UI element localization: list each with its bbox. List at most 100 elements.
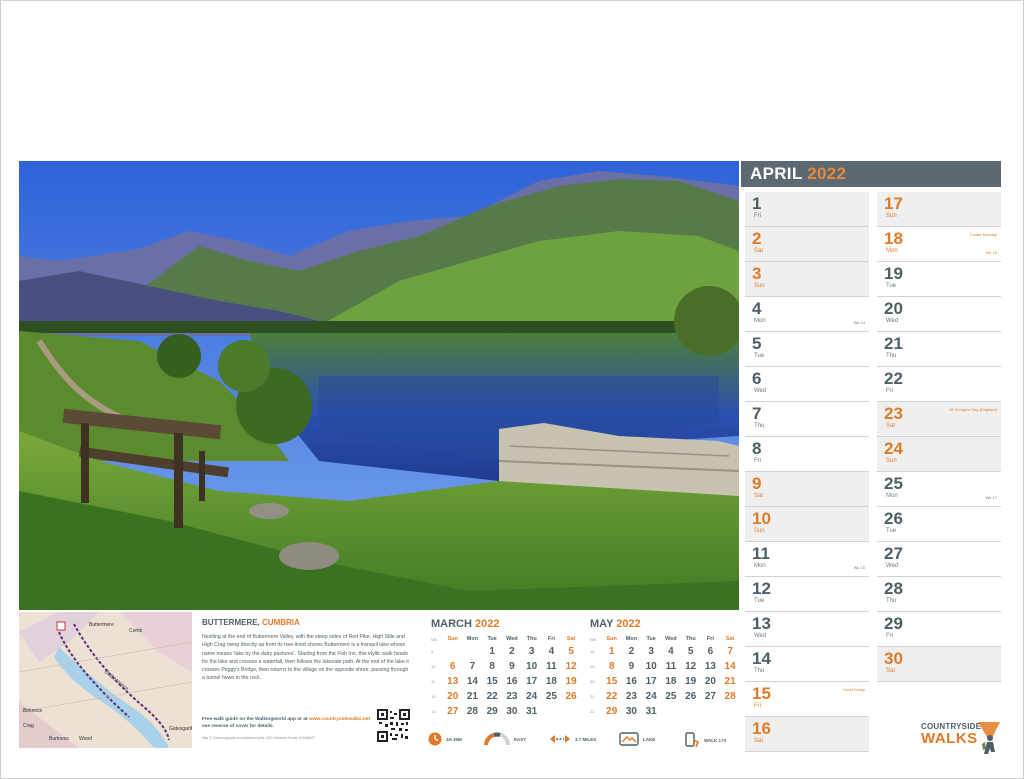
mini-day: 25 xyxy=(545,691,557,702)
mini-week-number: 20 xyxy=(590,679,595,684)
day-cell[interactable]: 3 Sun xyxy=(745,262,869,297)
map-label: Comb xyxy=(129,628,143,634)
day-cell[interactable]: 14 Thu xyxy=(745,647,869,682)
day-cell[interactable]: 6 Wed xyxy=(745,367,869,402)
day-cell[interactable]: 19 Tue xyxy=(877,262,1001,297)
day-note: Easter Monday xyxy=(970,232,997,237)
stat-walk-id: WALK 173 xyxy=(684,732,726,748)
day-cell[interactable]: 18 Mon Easter Monday Wk 16 xyxy=(877,227,1001,262)
mini-day: 4 xyxy=(668,646,674,657)
mini-day: 8 xyxy=(608,661,615,672)
day-cell[interactable]: 29 Fri xyxy=(877,612,1001,647)
mini-day: 7 xyxy=(469,661,476,672)
map-label: Birkness xyxy=(23,708,43,714)
mini-day: 15 xyxy=(606,676,618,687)
mini-day: 22 xyxy=(606,691,618,702)
day-cell[interactable]: 16 Sat xyxy=(745,717,869,752)
day-name: Thu xyxy=(886,353,897,359)
day-name: Sun xyxy=(754,283,765,289)
day-cell[interactable]: 15 Fri Good Friday xyxy=(745,682,869,717)
mini-day: 30 xyxy=(506,706,518,717)
day-name: Tue xyxy=(886,283,897,289)
day-cell[interactable]: 2 Sat xyxy=(745,227,869,262)
mini-week-row: 9 1 2 3 4 5 xyxy=(431,644,581,659)
day-number: 13 xyxy=(752,614,771,633)
mini-calendar-march: MARCH 2022 Wk Sun Mon Tue Wed Thu Fri Sat 9 1 2 3 4 5 1… xyxy=(431,618,581,719)
guide-link[interactable]: www.countrysidewalks.net xyxy=(309,717,370,722)
day-number: 12 xyxy=(752,579,771,598)
day-column-left: 1 Fri 2 Sat 3 Sun 4 Mon Wk 14 5 Tue 6 Wed 7 Thu 8 Fri 9 Sa… xyxy=(745,192,869,752)
day-cell[interactable]: 25 Mon Wk 17 xyxy=(877,472,1001,507)
route-map: Buttermere Buttermere Gatesgarth Birknes… xyxy=(19,612,192,748)
mini-day-header: Wed xyxy=(506,636,518,642)
day-number: 23 xyxy=(884,404,903,423)
mini-calendar-may: MAY 2022 Wk Sun Mon Tue Wed Thu Fri Sat 18 1 2 3 4 5 6 7… xyxy=(590,618,740,719)
mini-week-number: 21 xyxy=(590,694,595,699)
day-name: Sat xyxy=(886,668,896,674)
mini-day: 25 xyxy=(665,691,677,702)
week-number: Wk 15 xyxy=(853,565,865,570)
map-label: Crag xyxy=(23,723,34,729)
mini-week-number: 22 xyxy=(590,709,595,714)
mini-day: 16 xyxy=(625,676,637,687)
day-cell[interactable]: 9 Sat xyxy=(745,472,869,507)
day-cell[interactable]: 26 Tue xyxy=(877,507,1001,542)
day-cell[interactable]: 4 Mon Wk 14 xyxy=(745,297,869,332)
mini-day: 2 xyxy=(628,646,635,657)
day-cell[interactable]: 24 Sun xyxy=(877,437,1001,472)
stat-difficulty: EASY xyxy=(484,732,526,746)
mini-day: 20 xyxy=(447,691,459,702)
mini-day: 28 xyxy=(466,706,478,717)
mini-day: 13 xyxy=(704,661,716,672)
day-name: Wed xyxy=(886,563,899,569)
mini-day: 20 xyxy=(704,676,716,687)
day-name: Thu xyxy=(754,668,765,674)
mini-day: 22 xyxy=(486,691,498,702)
qr-code-icon[interactable] xyxy=(377,709,410,742)
mini-day: 26 xyxy=(685,691,697,702)
day-number: 24 xyxy=(884,439,903,458)
map-label: Gatesgarth xyxy=(169,726,192,732)
mini-day: 7 xyxy=(727,646,733,657)
mini-day: 29 xyxy=(486,706,498,717)
mini-day: 10 xyxy=(645,661,657,672)
day-cell[interactable]: 12 Tue xyxy=(745,577,869,612)
mini-day: 27 xyxy=(447,706,459,717)
guide-text: Free walk guide on the Walkingworld app … xyxy=(202,717,308,722)
mini-day: 2 xyxy=(509,646,515,657)
day-name: Sun xyxy=(886,458,897,464)
day-name: Wed xyxy=(886,318,899,324)
day-cell[interactable]: 23 Sat St George's Day (England) xyxy=(877,402,1001,437)
day-cell[interactable]: 8 Fri xyxy=(745,437,869,472)
mini-day: 6 xyxy=(449,661,456,672)
mini-day-header: Thu xyxy=(526,636,537,642)
mini-day: 19 xyxy=(685,676,697,687)
day-cell[interactable]: 17 Sun xyxy=(877,192,1001,227)
day-name: Mon xyxy=(754,563,766,569)
mini-day: 24 xyxy=(645,691,657,702)
day-cell[interactable]: 27 Wed xyxy=(877,542,1001,577)
day-cell[interactable]: 7 Thu xyxy=(745,402,869,437)
day-number: 22 xyxy=(884,369,903,388)
mini-day: 4 xyxy=(548,646,555,657)
mini-day: 26 xyxy=(565,691,577,702)
day-cell[interactable]: 10 Sun xyxy=(745,507,869,542)
day-cell[interactable]: 28 Thu xyxy=(877,577,1001,612)
day-cell[interactable]: 21 Thu xyxy=(877,332,1001,367)
day-cell[interactable]: 11 Mon Wk 15 xyxy=(745,542,869,577)
day-name: Fri xyxy=(754,703,761,709)
day-cell[interactable]: 5 Tue xyxy=(745,332,869,367)
day-cell[interactable]: 1 Fri xyxy=(745,192,869,227)
day-name: Mon xyxy=(886,493,898,499)
mini-day: 31 xyxy=(645,706,657,717)
mini-week-number: 18 xyxy=(590,649,595,654)
day-cell[interactable]: 30 Sat xyxy=(877,647,1001,682)
mini-week-number: 9 xyxy=(431,649,434,654)
day-cell[interactable]: 13 Wed xyxy=(745,612,869,647)
day-number: 15 xyxy=(752,684,771,703)
mini-day: 28 xyxy=(724,691,736,702)
day-cell[interactable]: 20 Wed xyxy=(877,297,1001,332)
phone-icon xyxy=(685,732,700,748)
mini-day: 9 xyxy=(628,661,635,672)
day-cell[interactable]: 22 Fri xyxy=(877,367,1001,402)
